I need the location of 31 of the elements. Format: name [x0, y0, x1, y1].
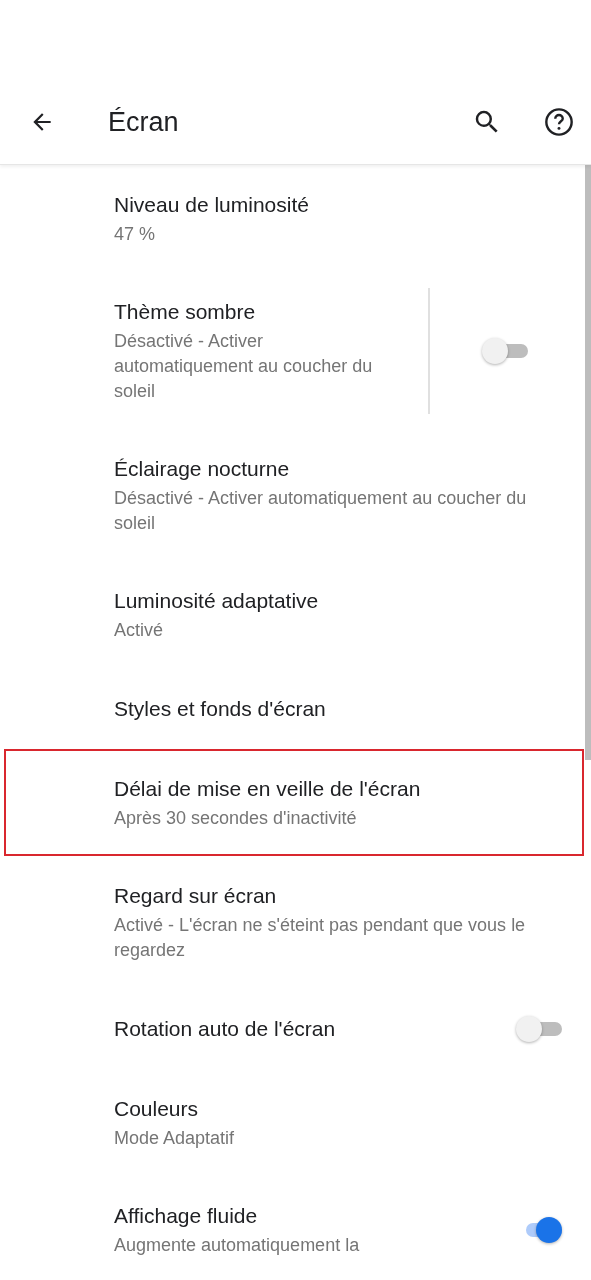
setting-row[interactable]: Niveau de luminosité 47 % — [4, 165, 584, 272]
setting-row[interactable]: Couleurs Mode Adaptatif — [4, 1069, 584, 1176]
setting-title: Éclairage nocturne — [114, 456, 291, 482]
setting-summary: Activé - L'écran ne s'éteint pas pendant que vous le regardez — [114, 914, 527, 962]
setting-title: Regard sur écran — [114, 883, 278, 909]
setting-row[interactable]: Rotation auto de l'écran — [4, 988, 584, 1069]
setting-summary: Mode Adaptatif — [114, 1127, 236, 1150]
page-title: Écran — [108, 106, 180, 138]
setting-row[interactable]: Thème sombre Désactivé - Activer automatiquement au coucher du soleil — [4, 272, 584, 429]
setting-summary: Désactivé - Activer automatiquement au coucher du soleil — [114, 487, 528, 535]
setting-title: Rotation auto de l'écran — [114, 1016, 337, 1042]
setting-title: Luminosité adaptative — [114, 588, 320, 614]
setting-summary: Activé — [114, 619, 165, 642]
setting-title: Délai de mise en veille de l'écran — [114, 776, 422, 802]
setting-row[interactable]: Styles et fonds d'écran — [4, 668, 584, 749]
setting-row[interactable]: Regard sur écran Activé - L'écran ne s'éteint pas pendant que vous le regardez — [4, 856, 584, 988]
setting-row[interactable]: Luminosité adaptative Activé — [4, 561, 584, 668]
setting-summary: Après 30 secondes d'inactivité — [114, 807, 358, 830]
setting-summary: Désactivé - Activer automatiquement au coucher du soleil — [114, 330, 374, 403]
setting-title: Niveau de luminosité — [114, 192, 310, 218]
setting-summary: Augmente automatiquement la — [114, 1234, 361, 1257]
setting-row[interactable]: Éclairage nocturne Désactivé - Activer automatiquement au coucher du soleil — [4, 429, 584, 561]
toggle-switch[interactable] — [480, 337, 528, 365]
setting-title: Thème sombre — [114, 299, 257, 325]
setting-title: Affichage fluide — [114, 1203, 259, 1229]
setting-summary: 47 % — [114, 223, 157, 246]
toggle-switch[interactable] — [514, 1015, 562, 1043]
setting-row[interactable]: Affichage fluide Augmente automatiquement la — [4, 1176, 584, 1280]
highlighted-setting-row[interactable]: Délai de mise en veille de l'écran Après 30 secondes d'inactivité — [4, 749, 584, 856]
setting-title: Styles et fonds d'écran — [114, 696, 327, 722]
setting-title: Couleurs — [114, 1096, 200, 1122]
